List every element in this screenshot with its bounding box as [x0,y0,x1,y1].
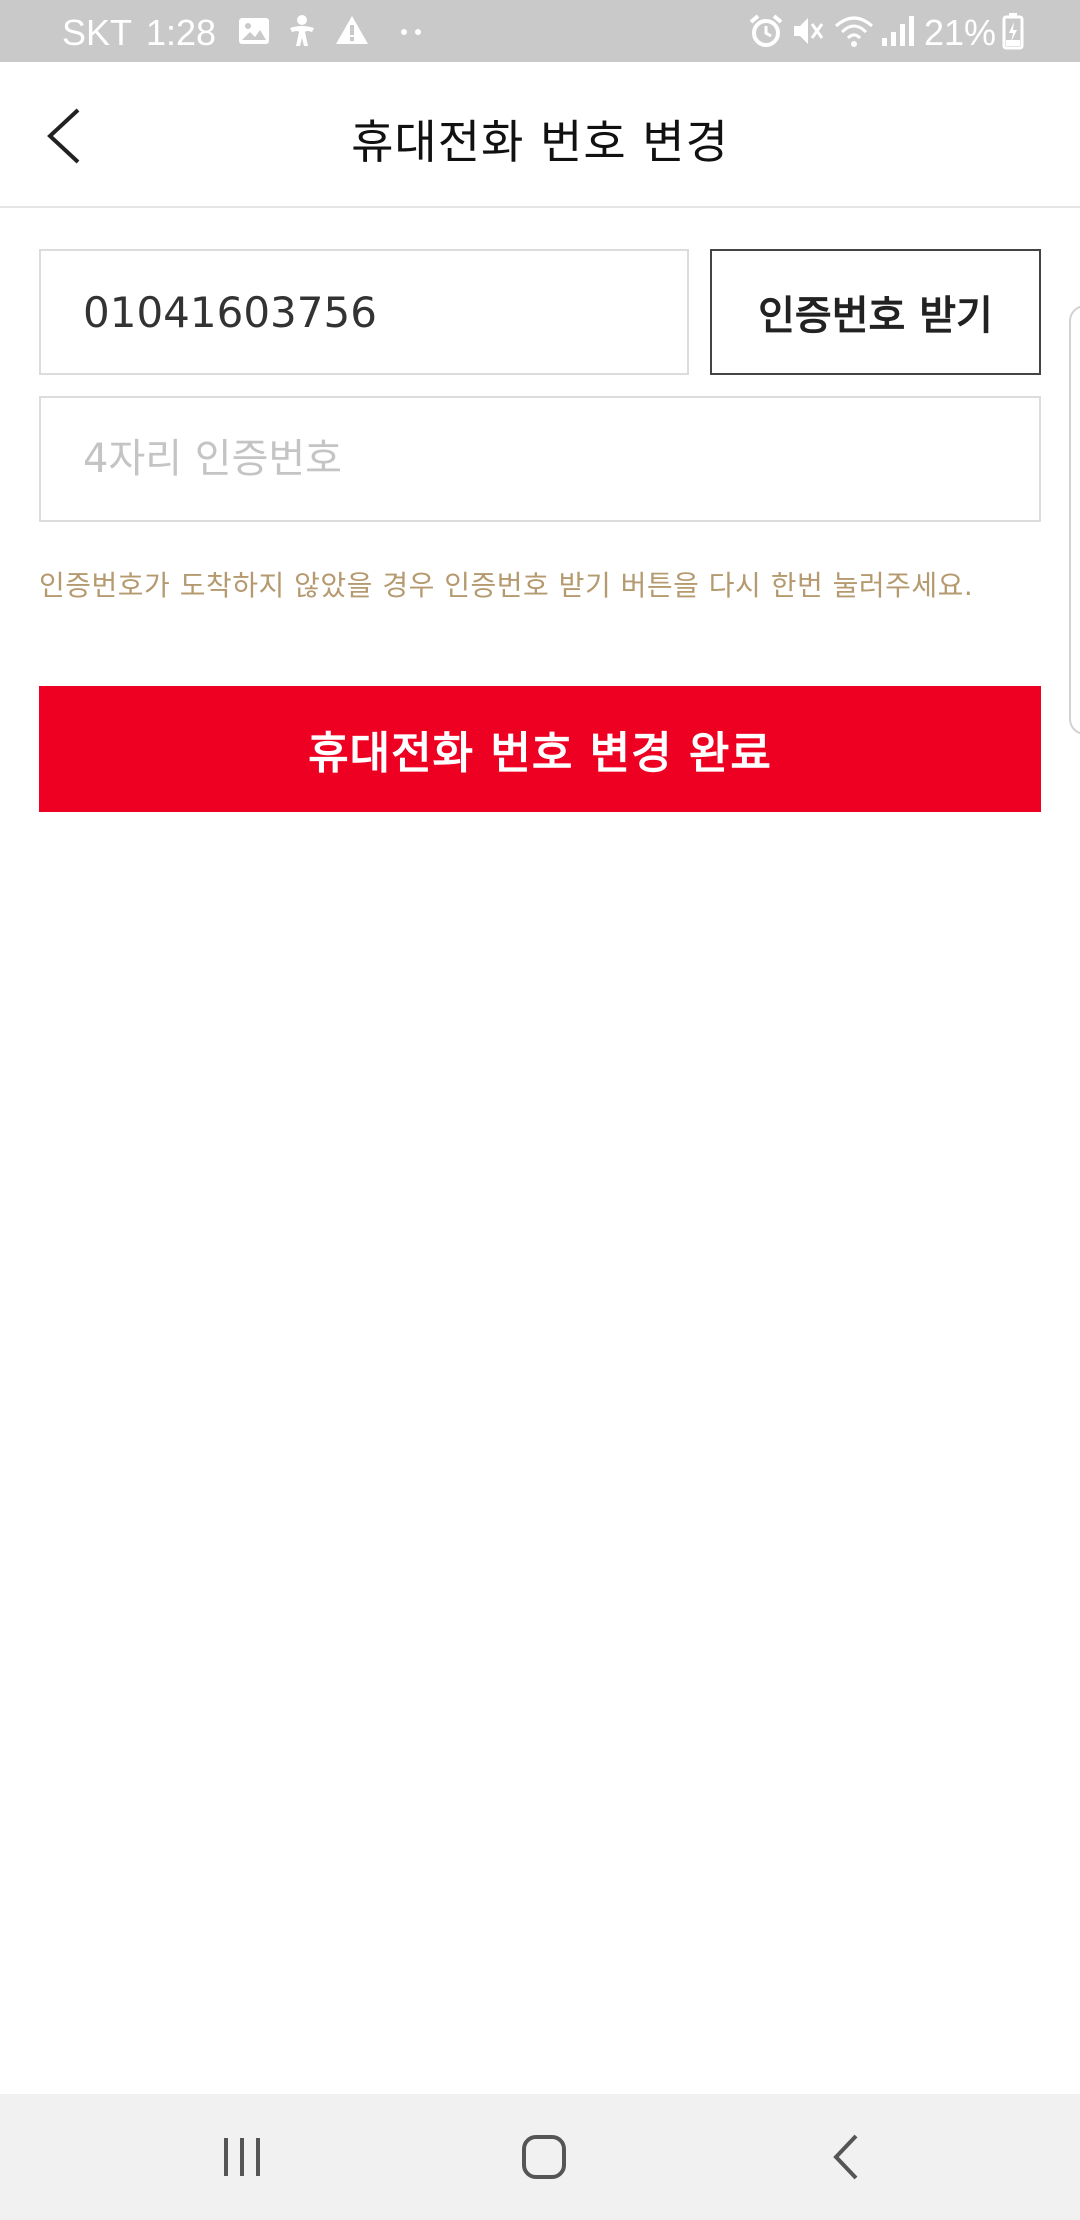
navigation-bar [0,2094,1080,2220]
recent-apps-button[interactable] [202,2122,282,2192]
system-back-button[interactable] [806,2122,886,2192]
signal-icon [882,16,914,46]
phone-number-input[interactable] [39,249,689,375]
complete-change-button[interactable]: 휴대전화 번호 변경 완료 [39,686,1041,812]
carrier-label: SKT [62,12,133,53]
accessibility-icon [290,15,314,46]
home-button[interactable] [504,2122,584,2192]
edge-panel-handle[interactable] [1069,305,1080,735]
more-notifications-icon [401,29,421,35]
recent-apps-icon [224,2138,260,2176]
page-title: 휴대전화 번호 변경 [351,115,729,169]
gallery-icon [239,18,269,44]
home-icon [522,2135,566,2179]
verification-code-input[interactable] [39,396,1041,522]
header: 휴대전화 번호 변경 [0,62,1080,208]
battery-percent: 21% [924,12,997,53]
get-verification-code-button[interactable]: 인증번호 받기 [710,249,1041,375]
screen: SKT 1:28 21% 휴대전화 번호 변경 01041603756 인증번호… [0,0,1080,2220]
wifi-icon [835,16,873,47]
help-text: 인증번호가 도착하지 않았을 경우 인증번호 받기 버튼을 다시 한번 눌러주세… [39,569,974,602]
back-icon [833,2134,858,2180]
warning-icon [336,16,368,44]
battery-charging-icon [1002,13,1024,50]
time-label: 1:28 [146,12,217,53]
status-bar: SKT 1:28 21% [0,0,1080,62]
alarm-icon [749,14,783,47]
mute-icon [794,18,824,44]
